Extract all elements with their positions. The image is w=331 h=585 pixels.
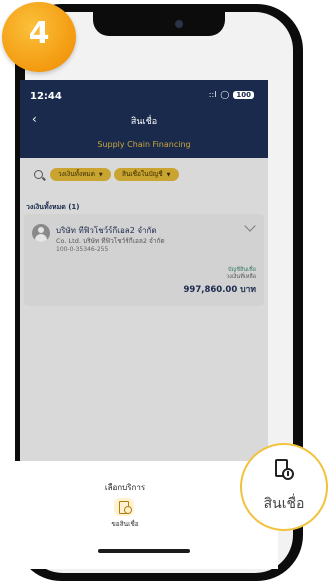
- section-label: วงเงินทั้งหมด (1): [26, 203, 80, 211]
- filter-chip-all-limits[interactable]: วงเงินทั้งหมด ▼: [50, 168, 111, 181]
- home-indicator: [98, 549, 190, 553]
- wifi-icon: ◯: [220, 90, 230, 99]
- limit-sub-label: วงเงินที่เหลือ: [226, 274, 256, 280]
- nav-bar: ‹ สินเชื่อ: [20, 108, 268, 132]
- chip-label: วงเงินทั้งหมด: [58, 170, 95, 178]
- account-number: 100-0-35346-255: [56, 246, 109, 253]
- highlight-label: สินเชื่อ: [263, 496, 305, 512]
- camera-icon: [175, 20, 183, 28]
- phone-notch: [93, 12, 225, 36]
- battery-icon: 100: [233, 90, 254, 99]
- service-label[interactable]: ขอสินเชื่อ: [10, 519, 240, 529]
- app-screen: 12:44 ::l ◯ 100 ‹ สินเชื่อ Supply Chain …: [20, 80, 268, 461]
- status-bar: 12:44 ::l ◯ 100: [20, 80, 268, 108]
- step-number: 4: [28, 16, 50, 51]
- search-icon[interactable]: [34, 170, 43, 179]
- highlight-callout: สินเชื่อ: [240, 443, 328, 531]
- filter-chip-account-loans[interactable]: สินเชื่อในบัญชี ▼: [114, 168, 179, 181]
- page-subtitle: Supply Chain Financing: [97, 140, 191, 149]
- loan-icon: [275, 459, 294, 481]
- coin-icon: [124, 506, 132, 514]
- coin-icon: [282, 468, 294, 480]
- chip-label: สินเชื่อในบัญชี: [122, 170, 163, 178]
- bottom-sheet: เลือกบริการ ขอสินเชื่อ: [10, 461, 278, 569]
- sub-header: Supply Chain Financing: [20, 132, 268, 158]
- company-card[interactable]: บริษัท ทีฟิวโชว์ร์กีเอล2 จำกัด Co. Ltd. …: [24, 214, 264, 306]
- company-name-en: Co. Ltd. บริษัท ทีฟิวโชว์ร์กีเอล2 จำกัด: [56, 237, 165, 245]
- avatar-icon: [32, 224, 50, 242]
- loan-icon[interactable]: [114, 498, 134, 516]
- filter-bar: วงเงินทั้งหมด ▼ สินเชื่อในบัญชี ▼: [20, 158, 268, 198]
- status-time: 12:44: [30, 91, 62, 102]
- step-badge: 4: [2, 2, 76, 72]
- chevron-down-icon[interactable]: [244, 220, 256, 232]
- signal-icon: ::l: [208, 90, 217, 99]
- caret-down-icon: ▼: [98, 172, 103, 178]
- available-amount: 997,860.00 บาท: [183, 285, 256, 295]
- sheet-title: เลือกบริการ: [104, 483, 146, 492]
- status-icons: ::l ◯ 100: [209, 90, 254, 99]
- page-title: สินเชื่อ: [130, 117, 158, 127]
- caret-down-icon: ▼: [166, 172, 171, 178]
